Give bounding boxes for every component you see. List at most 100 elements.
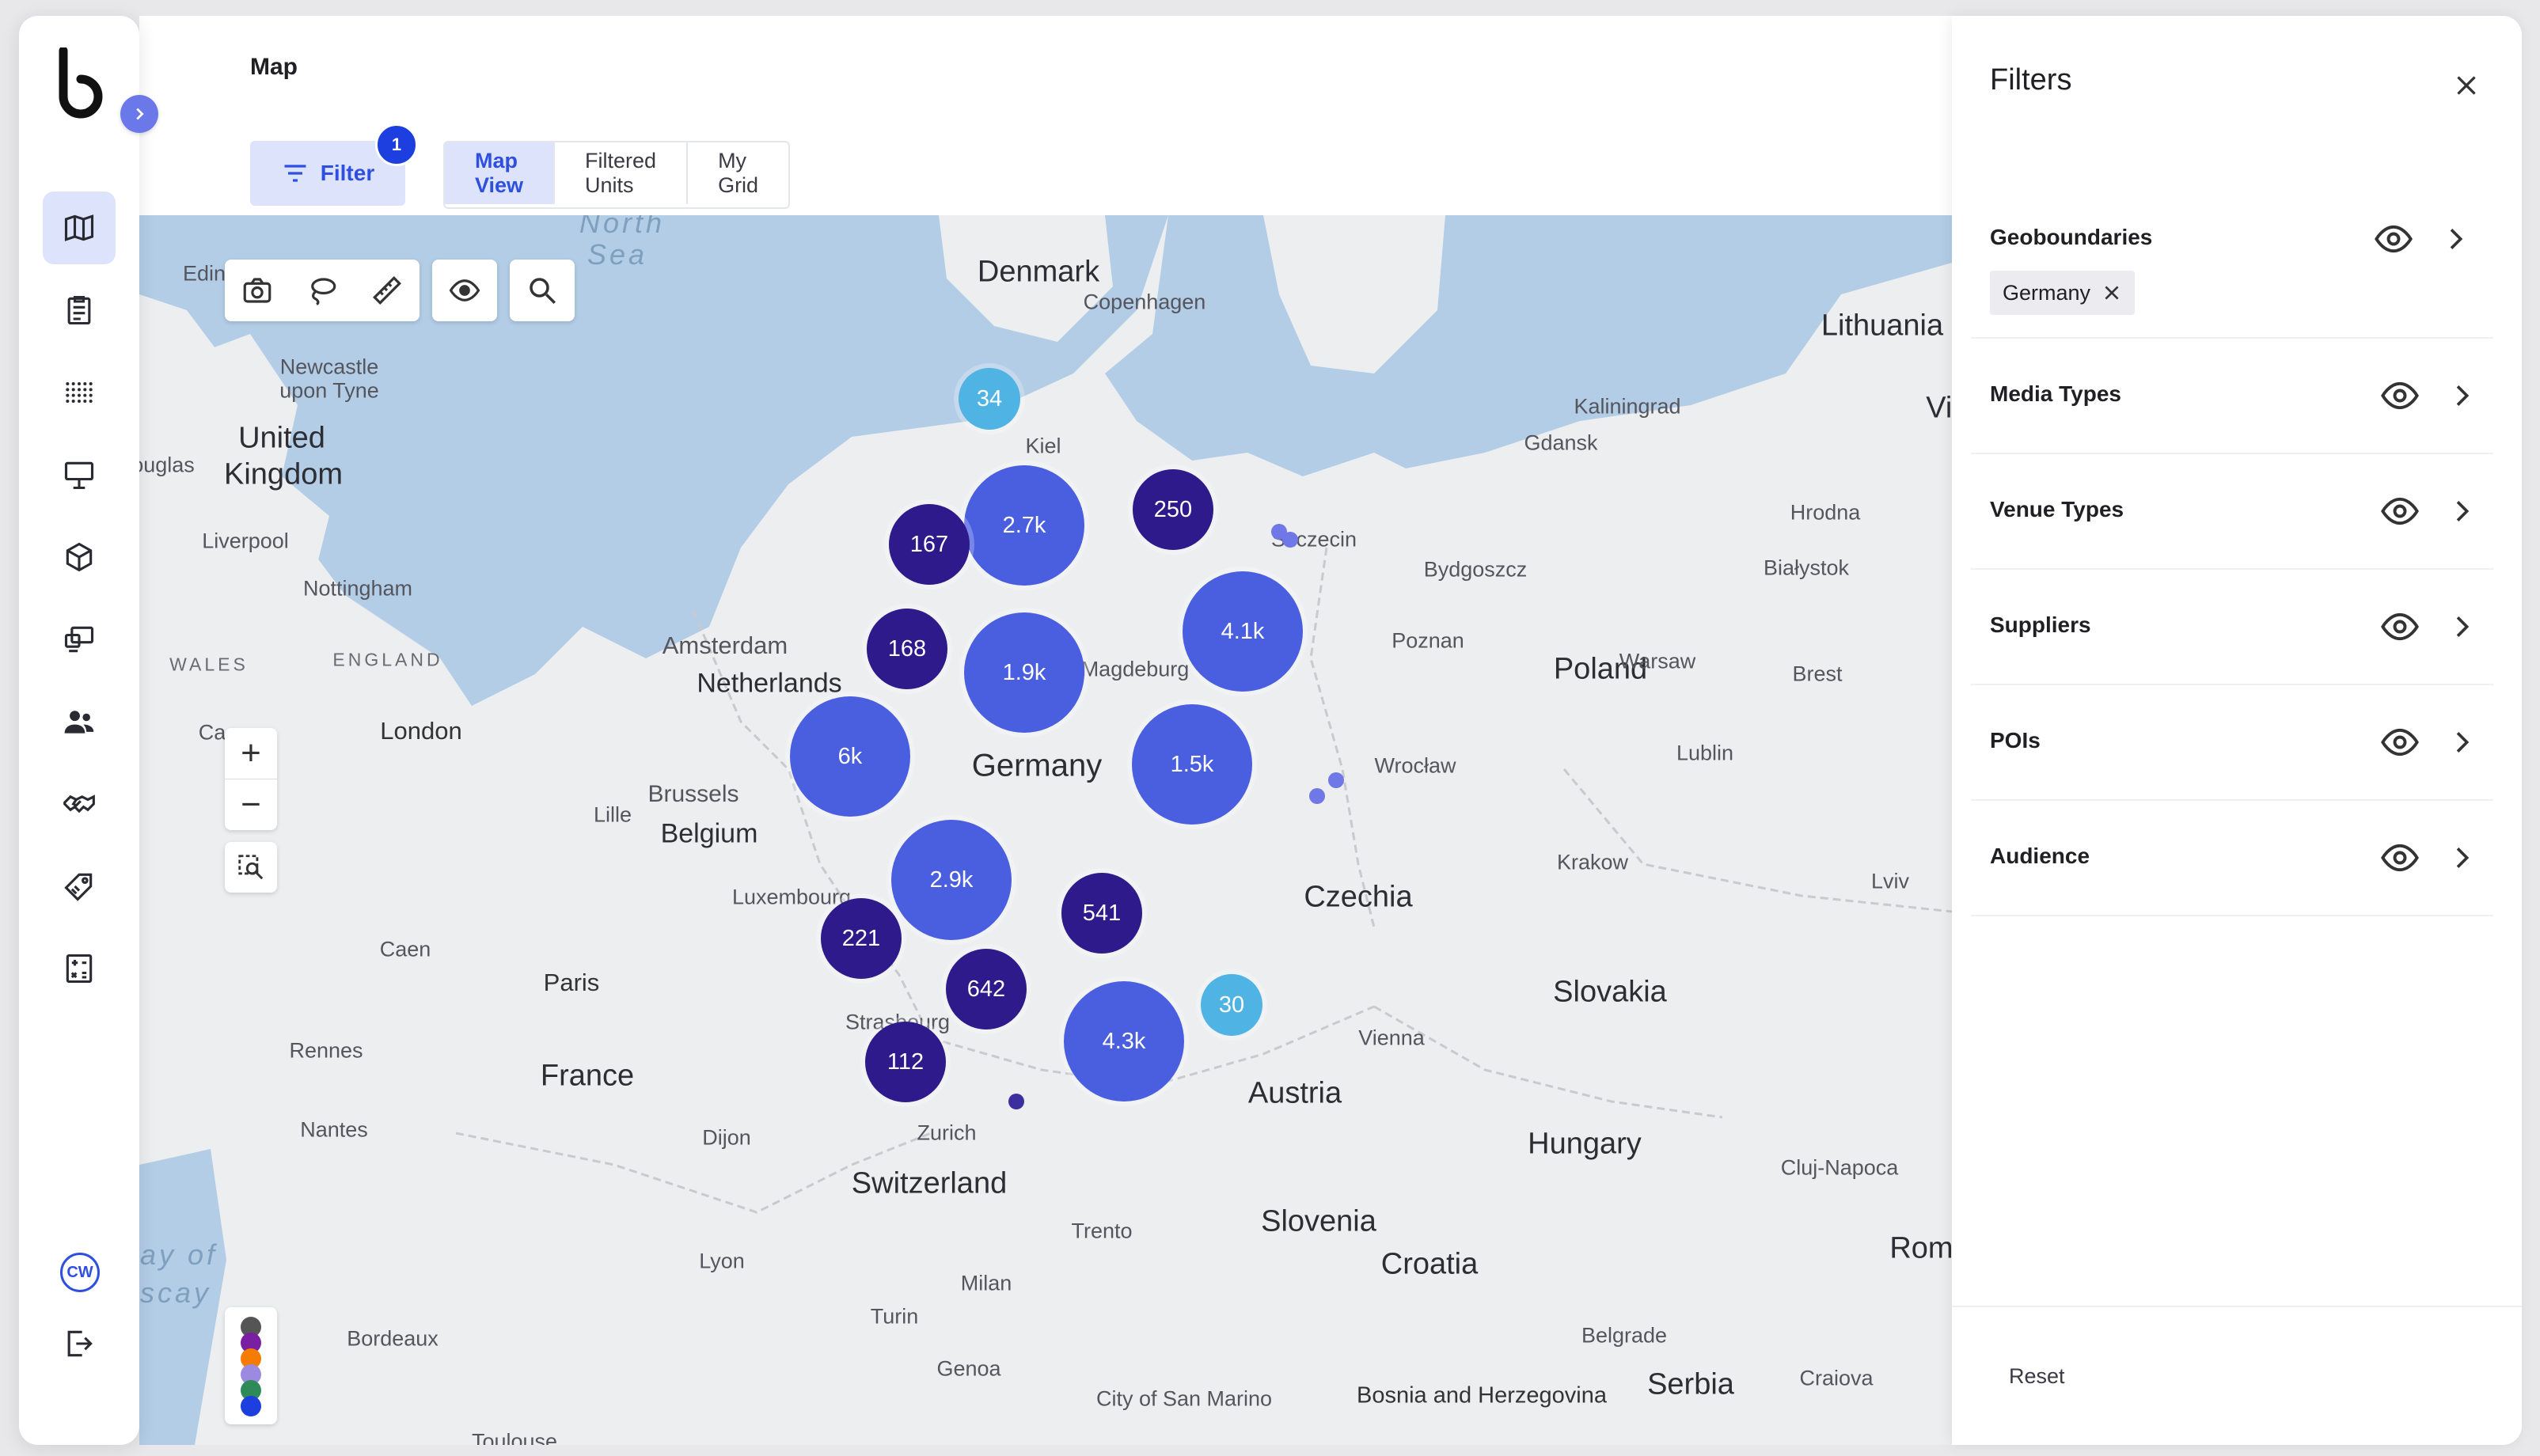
- sidebar-item-map[interactable]: [43, 191, 116, 264]
- map-label: Lviv: [1870, 869, 1910, 893]
- eye-icon[interactable]: [2373, 218, 2414, 260]
- map-label: Bosnia and Herzegovina: [1357, 1382, 1607, 1409]
- map-label: Caen: [379, 937, 431, 961]
- tab-my-grid[interactable]: My Grid: [688, 142, 788, 204]
- filter-section-media-types[interactable]: Media Types: [1971, 339, 2493, 454]
- chevron-right-icon[interactable]: [2446, 495, 2477, 527]
- filter-icon: [284, 165, 306, 182]
- cluster-marker[interactable]: 4.3k: [1064, 981, 1184, 1101]
- chevron-right-icon[interactable]: [2446, 842, 2477, 874]
- eye-icon[interactable]: [2379, 375, 2420, 416]
- sidebar-item-users[interactable]: [43, 685, 116, 758]
- map-label: Roma: [1889, 1231, 1952, 1265]
- filter-section-audience[interactable]: Audience: [1971, 801, 2493, 916]
- filter-section-label: Audience: [1990, 844, 2090, 868]
- close-filters-button[interactable]: [2443, 62, 2490, 109]
- cluster-marker[interactable]: 2.7k: [964, 465, 1084, 586]
- zoom-out-button[interactable]: −: [225, 779, 277, 830]
- filter-section-venue-types[interactable]: Venue Types: [1971, 454, 2493, 570]
- cluster-marker[interactable]: 250: [1133, 469, 1213, 550]
- sidebar-item-campaigns[interactable]: [43, 274, 116, 347]
- map-label: City of San Marino: [1095, 1386, 1273, 1411]
- unit-marker[interactable]: [1309, 788, 1325, 804]
- cluster-marker[interactable]: 34: [959, 368, 1020, 430]
- handshake-icon: [63, 794, 95, 813]
- map-label: Rennes: [289, 1038, 363, 1063]
- eye-icon[interactable]: [2379, 837, 2420, 878]
- eye-icon[interactable]: [2379, 722, 2420, 763]
- cluster-marker[interactable]: 1.9k: [964, 612, 1084, 733]
- map-visibility-group: [432, 260, 497, 321]
- map-search-tool[interactable]: [510, 260, 575, 321]
- zoom-in-button[interactable]: +: [225, 728, 277, 779]
- cluster-marker[interactable]: 541: [1061, 873, 1142, 954]
- lasso-icon: [311, 278, 336, 305]
- cluster-marker[interactable]: 221: [821, 898, 902, 979]
- sidebar-item-grid[interactable]: [43, 356, 116, 429]
- filters-footer: Reset: [1952, 1306, 2522, 1447]
- unit-marker[interactable]: [1282, 532, 1298, 548]
- chevron-right-icon[interactable]: [2446, 380, 2477, 411]
- zoom-to-area-button[interactable]: [225, 842, 277, 893]
- cluster-marker[interactable]: 1.5k: [1132, 704, 1252, 825]
- cluster-marker[interactable]: 30: [1201, 974, 1262, 1036]
- cluster-count: 250: [1153, 496, 1193, 522]
- cluster-marker[interactable]: 642: [946, 949, 1027, 1029]
- filter-section-pois[interactable]: POIs: [1971, 685, 2493, 801]
- cube-icon: [66, 542, 93, 572]
- tab-map-view[interactable]: Map View: [445, 142, 556, 204]
- unit-marker[interactable]: [1008, 1094, 1024, 1109]
- tab-filtered-units[interactable]: Filtered Units: [555, 142, 689, 204]
- remove-chip-icon[interactable]: [2101, 282, 2122, 303]
- cluster-marker[interactable]: 6k: [790, 696, 910, 817]
- sidebar-item-billboards[interactable]: [43, 438, 116, 511]
- measure-tool[interactable]: [355, 260, 420, 321]
- zoom-control: + −: [225, 728, 277, 830]
- map-canvas[interactable]: North Sea Denmark Copenhagen Kiel Szczec…: [139, 215, 1952, 1445]
- chevron-right-icon[interactable]: [2446, 726, 2477, 758]
- map-label: Vil: [1926, 391, 1952, 425]
- sidebar-item-screens[interactable]: [43, 603, 116, 676]
- cluster-marker[interactable]: 168: [867, 609, 947, 689]
- filter-section-geoboundaries[interactable]: Geoboundaries Germany: [1971, 174, 2493, 339]
- cluster-marker[interactable]: 167: [889, 504, 970, 585]
- sidebar-item-deals[interactable]: [43, 850, 116, 923]
- cluster-marker[interactable]: 4.1k: [1183, 571, 1303, 692]
- geoboundary-chip[interactable]: Germany: [1990, 271, 2136, 315]
- sidebar-expand-button[interactable]: [120, 95, 158, 133]
- lasso-tool[interactable]: [290, 260, 355, 321]
- visibility-tool[interactable]: [432, 260, 497, 321]
- cluster-count: 1.9k: [1002, 659, 1046, 685]
- map-label: Slovenia: [1261, 1204, 1376, 1238]
- user-avatar[interactable]: CW: [60, 1253, 100, 1292]
- filter-button[interactable]: Filter 1: [250, 123, 418, 206]
- cluster-marker[interactable]: 2.9k: [891, 820, 1012, 940]
- map-label: Denmark: [977, 255, 1100, 289]
- eye-icon[interactable]: [2379, 491, 2420, 532]
- map-legend[interactable]: [225, 1307, 277, 1424]
- filter-section-suppliers[interactable]: Suppliers: [1971, 570, 2493, 685]
- unit-marker[interactable]: [1328, 772, 1344, 788]
- cluster-marker[interactable]: 112: [865, 1022, 946, 1102]
- screenshot-tool[interactable]: [225, 260, 290, 321]
- chevron-right-icon[interactable]: [2439, 223, 2471, 255]
- map-label: Belgrade: [1581, 1323, 1668, 1348]
- filter-section-label: POIs: [1990, 728, 2041, 753]
- map-label: Gdansk: [1524, 430, 1598, 455]
- reset-button[interactable]: Reset: [2009, 1364, 2065, 1389]
- filter-section-label: Venue Types: [1990, 497, 2124, 521]
- map-label: Bydgoszcz: [1423, 557, 1528, 582]
- map-label: ouglas: [139, 453, 195, 477]
- map-label: ENGLAND: [332, 649, 443, 670]
- logout-button[interactable]: [43, 1307, 116, 1380]
- map-label: Austria: [1247, 1076, 1342, 1110]
- chevron-right-icon[interactable]: [2446, 611, 2477, 643]
- map-label: Sea: [587, 238, 648, 271]
- cluster-count: 4.3k: [1102, 1028, 1146, 1054]
- map-label: Magdeburg: [1080, 657, 1190, 681]
- eye-icon[interactable]: [2379, 606, 2420, 647]
- map-icon: [64, 214, 94, 241]
- sidebar-item-partners[interactable]: [43, 768, 116, 840]
- sidebar-item-inventory[interactable]: [43, 521, 116, 593]
- sidebar-item-calculator[interactable]: [43, 932, 116, 1005]
